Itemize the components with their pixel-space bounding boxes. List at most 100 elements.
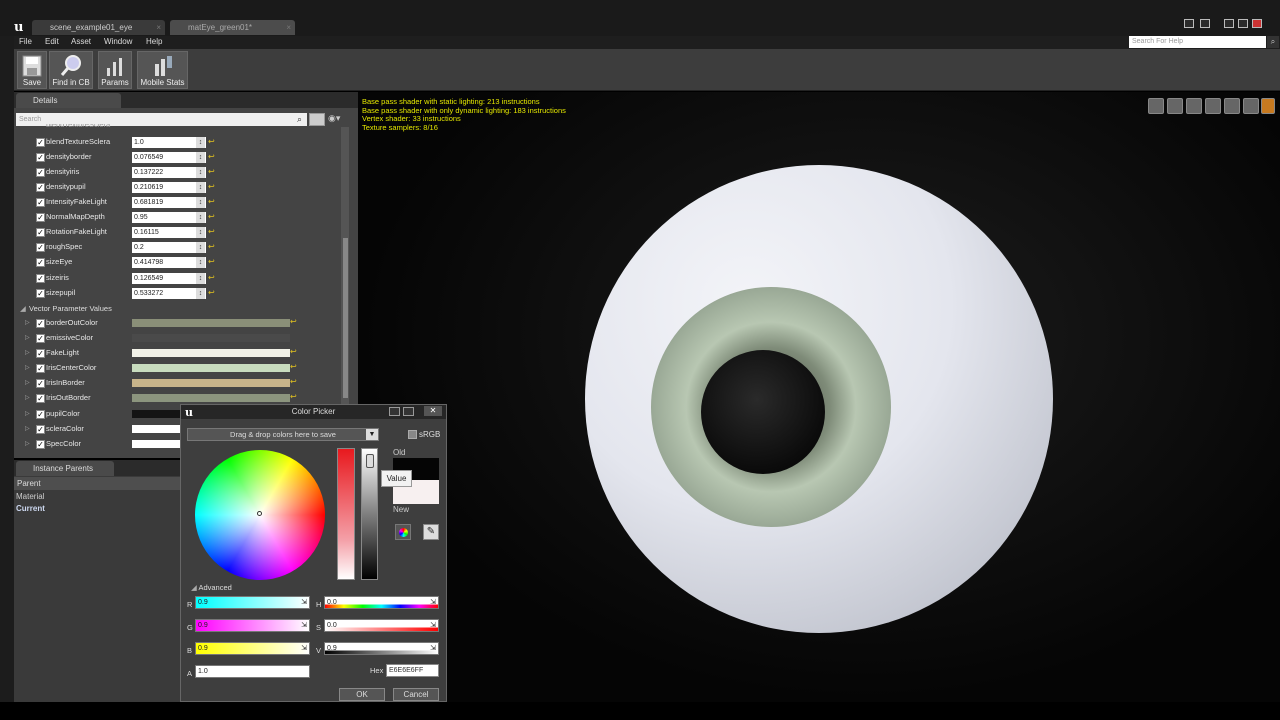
hex-input[interactable]: E6E6E6FF — [386, 664, 439, 677]
checkbox[interactable]: ✓ — [36, 425, 45, 434]
tab-scene[interactable]: scene_example01_eye × — [32, 20, 165, 35]
reset-arrow-icon[interactable]: ↩ — [208, 288, 215, 297]
param-value-input[interactable]: 0.16115 ↕ — [132, 227, 206, 238]
a-slider[interactable]: 1.0 — [195, 665, 310, 678]
tab-material[interactable]: matEye_green01* × — [170, 20, 295, 35]
feedback-icon[interactable] — [1200, 19, 1210, 28]
expand-arrow-icon[interactable]: ▷ — [25, 394, 30, 401]
close-icon[interactable]: × — [156, 20, 161, 35]
plane-preview-icon[interactable] — [1186, 98, 1202, 114]
saturation-slider[interactable] — [337, 448, 355, 580]
menu-help[interactable]: Help — [146, 37, 162, 46]
checkbox[interactable]: ✓ — [36, 289, 45, 298]
expand-arrow-icon[interactable]: ▷ — [25, 425, 30, 432]
drag-icon[interactable]: ⇲ — [430, 643, 436, 654]
mobile-stats-button[interactable]: Mobile Stats — [137, 51, 188, 89]
parent-row-material[interactable]: Material — [16, 492, 44, 501]
color-swatch[interactable] — [132, 394, 290, 402]
checkbox[interactable]: ✓ — [36, 213, 45, 222]
checkbox[interactable]: ✓ — [36, 243, 45, 252]
checkbox[interactable]: ✓ — [36, 319, 45, 328]
expand-arrow-icon[interactable]: ▷ — [25, 440, 30, 447]
notification-icon[interactable] — [1184, 19, 1194, 28]
reset-arrow-icon[interactable]: ↩ — [208, 167, 215, 176]
srgb-checkbox[interactable] — [408, 430, 417, 439]
spinner-icon[interactable]: ↕ — [196, 257, 205, 268]
checkbox[interactable]: ✓ — [36, 394, 45, 403]
spinner-icon[interactable]: ↕ — [196, 137, 205, 148]
vector-parameters-header[interactable]: ◢ Vector Parameter Values — [14, 302, 344, 316]
s-slider[interactable]: 0.0 ⇲ — [324, 619, 439, 632]
realtime-icon[interactable] — [1261, 98, 1275, 114]
b-slider[interactable]: 0.9 ⇲ — [195, 642, 310, 655]
param-value-input[interactable]: 0.2 ↕ — [132, 242, 206, 253]
checkbox[interactable]: ✓ — [36, 410, 45, 419]
checkbox[interactable]: ✓ — [36, 183, 45, 192]
reset-arrow-icon[interactable]: ↩ — [208, 152, 215, 161]
param-value-input[interactable]: 1.0 ↕ — [132, 137, 206, 148]
expand-arrow-icon[interactable]: ▷ — [25, 379, 30, 386]
color-swatch[interactable] — [132, 319, 290, 327]
chevron-down-icon[interactable]: ▼ — [366, 429, 378, 440]
reset-arrow-icon[interactable]: ↩ — [290, 392, 297, 401]
reset-arrow-icon[interactable]: ↩ — [290, 317, 297, 326]
param-value-input[interactable]: 0.210619 ↕ — [132, 182, 206, 193]
advanced-toggle[interactable]: ◢ Advanced — [191, 583, 232, 592]
spinner-icon[interactable]: ↕ — [196, 227, 205, 238]
param-value-input[interactable]: 0.126549 ↕ — [132, 273, 206, 284]
value-slider-handle[interactable] — [366, 454, 374, 468]
params-button[interactable]: Params — [98, 51, 132, 89]
reset-arrow-icon[interactable]: ↩ — [208, 257, 215, 266]
param-value-input[interactable]: 0.95 ↕ — [132, 212, 206, 223]
menu-edit[interactable]: Edit — [45, 37, 59, 46]
checkbox[interactable]: ✓ — [36, 349, 45, 358]
tab-details[interactable]: Details — [16, 93, 121, 108]
param-value-input[interactable]: 0.137222 ↕ — [132, 167, 206, 178]
spinner-icon[interactable]: ↕ — [196, 152, 205, 163]
tab-instance-parents[interactable]: Instance Parents — [16, 461, 114, 476]
color-theme-dropdown[interactable]: Drag & drop colors here to save — [187, 428, 379, 441]
menu-file[interactable]: File — [19, 37, 32, 46]
drag-icon[interactable]: ⇲ — [430, 597, 436, 608]
checkbox[interactable]: ✓ — [36, 153, 45, 162]
reset-arrow-icon[interactable]: ↩ — [290, 362, 297, 371]
sphere-preview-icon[interactable] — [1167, 98, 1183, 114]
find-in-cb-button[interactable]: Find in CB — [49, 51, 93, 89]
spinner-icon[interactable]: ↕ — [196, 288, 205, 299]
color-wheel-cursor[interactable] — [257, 511, 262, 516]
expand-arrow-icon[interactable]: ▷ — [25, 349, 30, 356]
param-value-input[interactable]: 0.681819 ↕ — [132, 197, 206, 208]
cylinder-preview-icon[interactable] — [1148, 98, 1164, 114]
param-value-input[interactable]: 0.533272 ↕ — [132, 288, 206, 299]
cancel-button[interactable]: Cancel — [393, 688, 439, 701]
eyedropper-icon[interactable]: ✎ — [423, 524, 439, 540]
reset-arrow-icon[interactable]: ↩ — [208, 182, 215, 191]
minimize-button[interactable] — [389, 407, 400, 416]
drag-icon[interactable]: ⇲ — [301, 643, 307, 654]
search-icon[interactable]: ⌕ — [1267, 36, 1279, 48]
reset-arrow-icon[interactable]: ↩ — [208, 137, 215, 146]
menu-window[interactable]: Window — [104, 37, 132, 46]
reset-arrow-icon[interactable]: ↩ — [208, 242, 215, 251]
color-swatch[interactable] — [132, 334, 290, 342]
reset-arrow-icon[interactable]: ↩ — [290, 377, 297, 386]
v-slider[interactable]: 0.9 ⇲ — [324, 642, 439, 655]
close-icon[interactable]: × — [286, 20, 291, 35]
g-slider[interactable]: 0.9 ⇲ — [195, 619, 310, 632]
expand-arrow-icon[interactable]: ▷ — [25, 334, 30, 341]
h-slider[interactable]: 0.0 ⇲ — [324, 596, 439, 609]
spinner-icon[interactable]: ↕ — [196, 273, 205, 284]
parent-row-current[interactable]: Current — [16, 504, 45, 513]
reset-arrow-icon[interactable]: ↩ — [208, 212, 215, 221]
r-slider[interactable]: 0.9 ⇲ — [195, 596, 310, 609]
drag-icon[interactable]: ⇲ — [430, 620, 436, 631]
maximize-button[interactable] — [403, 407, 414, 416]
checkbox[interactable]: ✓ — [36, 334, 45, 343]
reset-arrow-icon[interactable]: ↩ — [208, 197, 215, 206]
close-button[interactable]: ✕ — [424, 406, 442, 416]
checkbox[interactable]: ✓ — [36, 258, 45, 267]
close-window-button[interactable] — [1252, 19, 1262, 28]
expand-arrow-icon[interactable]: ▷ — [25, 410, 30, 417]
param-value-input[interactable]: 0.414798 ↕ — [132, 257, 206, 268]
drag-icon[interactable]: ⇲ — [301, 597, 307, 608]
